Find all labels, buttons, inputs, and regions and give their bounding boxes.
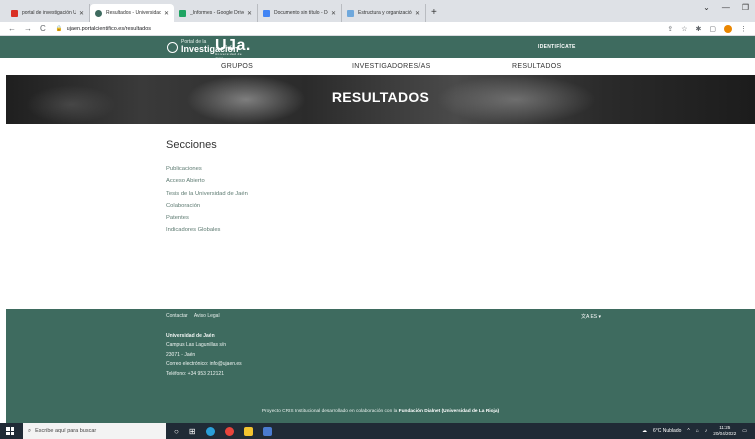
browser-tab[interactable]: portal de investigación UJA - ins ✕	[6, 4, 90, 22]
section-link-patentes[interactable]: Patentes	[166, 212, 248, 224]
menu-icon[interactable]: ⋮	[740, 25, 747, 33]
browser-tab-bar: portal de investigación UJA - ins ✕ Resu…	[0, 0, 755, 22]
page-title: RESULTADOS	[331, 89, 430, 105]
tray-chevron-icon[interactable]: ^	[687, 428, 689, 434]
new-tab-button[interactable]: +	[431, 4, 437, 22]
profile-avatar[interactable]	[724, 24, 732, 33]
sections-list: Publicaciones Acceso Abierto Tesis de la…	[166, 163, 248, 237]
identify-link[interactable]: IDENTIFÍCATE	[538, 44, 576, 50]
browser-tab[interactable]: Documento sin título - Docume ✕	[258, 4, 342, 22]
bookmark-star-icon[interactable]: ☆	[681, 25, 687, 33]
close-tab-icon[interactable]: ✕	[164, 10, 169, 17]
section-link-colaboracion[interactable]: Colaboración	[166, 200, 248, 212]
phone-line: Teléfono: +34 953 212121	[166, 370, 224, 377]
tab-title: Estructura y organización - UPO	[358, 10, 412, 16]
taskbar-apps: ○ ⊞	[174, 426, 272, 436]
store-icon[interactable]	[262, 426, 272, 436]
clock[interactable]: 11:25 20/04/2022	[713, 425, 736, 437]
portal-logo-icon	[167, 41, 178, 53]
share-icon[interactable]: ⇪	[667, 25, 673, 33]
gmail-icon	[11, 9, 18, 17]
section-link-indicadores[interactable]: Indicadores Globales	[166, 224, 248, 236]
language-code: ES	[590, 314, 598, 320]
system-tray: ☁ 6°C Nublado ^ ⌂ ♪ 11:25 20/04/2022 ▭	[642, 423, 747, 439]
volume-icon[interactable]: ♪	[705, 428, 708, 434]
tab-title: Documento sin título - Docume	[274, 10, 328, 16]
postal-line: 23071 - Jaén	[166, 351, 196, 358]
close-tab-icon[interactable]: ✕	[247, 10, 252, 17]
section-link-acceso-abierto[interactable]: Acceso Abierto	[166, 175, 248, 187]
edge-icon[interactable]	[205, 426, 215, 436]
translate-icon: 文A	[581, 314, 590, 320]
search-icon: ⌕	[28, 427, 32, 434]
browser-tab[interactable]: _Informes - Google Drive ✕	[174, 4, 258, 22]
cloud-icon	[347, 9, 354, 17]
browser-tab[interactable]: Estructura y organización - UPO ✕	[342, 4, 426, 22]
maximize-icon[interactable]: ❐	[742, 3, 749, 12]
caret-down-icon: ▾	[598, 314, 602, 320]
tab-search-icon[interactable]: ⌄	[703, 3, 710, 12]
weather-text[interactable]: 6°C Nublado	[653, 428, 681, 434]
task-view-icon[interactable]: ⊞	[189, 427, 196, 436]
chrome-icon[interactable]	[224, 426, 234, 436]
taskbar-search[interactable]: ⌕ Escribe aquí para buscar	[23, 423, 166, 439]
taskbar-search-placeholder: Escribe aquí para buscar	[35, 428, 97, 434]
site-icon	[95, 9, 102, 17]
windows-start-icon[interactable]	[6, 427, 14, 435]
section-link-tesis[interactable]: Tesis de la Universidad de Jaén	[166, 188, 248, 200]
project-note: Proyecto CRIS Institucional desarrollado…	[6, 409, 755, 414]
minimize-icon[interactable]: —	[722, 3, 730, 12]
tab-title: _Informes - Google Drive	[190, 10, 244, 16]
close-tab-icon[interactable]: ✕	[415, 10, 420, 17]
language-selector[interactable]: 文A ES ▾	[581, 313, 601, 320]
project-prefix: Proyecto CRIS Institucional desarrollado…	[261, 409, 398, 414]
address-bar: ← → C 🔒 ujaen.portalcientifico.es/result…	[0, 22, 755, 36]
legal-link[interactable]: Aviso Legal	[194, 313, 220, 319]
hero-banner: RESULTADOS	[6, 75, 755, 124]
reload-icon[interactable]: C	[40, 24, 46, 33]
sections-heading: Secciones	[166, 139, 217, 151]
dialnet-link[interactable]: Fundación Dialnet (Universidad de La Rio…	[399, 409, 499, 414]
forward-icon[interactable]: →	[24, 24, 32, 33]
close-tab-icon[interactable]: ✕	[331, 10, 336, 17]
weather-icon[interactable]: ☁	[642, 428, 647, 434]
site-header: Portal de la Investigación UJa. Universi…	[0, 36, 755, 60]
site-footer: Contactar Aviso Legal 文A ES ▾ Universida…	[6, 309, 755, 423]
footer-address: Universidad de Jaén Campus Las Lagunilla…	[166, 332, 242, 379]
sidebar-icon[interactable]: ▢	[709, 25, 716, 33]
file-explorer-icon[interactable]	[243, 426, 253, 436]
url-text[interactable]: ujaen.portalcientifico.es/resultados	[67, 26, 151, 32]
lock-icon[interactable]: 🔒	[56, 26, 63, 32]
google-drive-icon	[179, 9, 186, 17]
tab-title: portal de investigación UJA - ins	[22, 10, 76, 16]
close-tab-icon[interactable]: ✕	[79, 10, 84, 17]
contact-link[interactable]: Contactar	[166, 313, 188, 319]
cortana-icon[interactable]: ○	[174, 427, 179, 436]
notifications-icon[interactable]: ▭	[742, 428, 747, 434]
window-controls: ⌄ — ❐	[703, 3, 749, 12]
email-line[interactable]: Correo electrónico: info@ujaen.es	[166, 360, 242, 369]
windows-taskbar: ⌕ Escribe aquí para buscar ○ ⊞ ☁ 6°C Nub…	[0, 423, 755, 439]
clock-date: 20/04/2022	[713, 431, 737, 436]
nav-grupos[interactable]: GRUPOS	[221, 63, 253, 70]
google-docs-icon	[263, 9, 270, 17]
nav-investigadores[interactable]: INVESTIGADORES/AS	[352, 63, 431, 70]
back-icon[interactable]: ←	[8, 24, 16, 33]
university-name: Universidad de Jaén	[166, 333, 215, 339]
section-link-publicaciones[interactable]: Publicaciones	[166, 163, 248, 175]
tab-title: Resultados - Universidad de Jaén	[106, 10, 161, 16]
network-icon[interactable]: ⌂	[696, 428, 699, 434]
nav-resultados[interactable]: RESULTADOS	[512, 63, 561, 70]
address-line: Campus Las Lagunillas s/n	[166, 342, 227, 349]
browser-tab-active[interactable]: Resultados - Universidad de Jaén ✕	[90, 4, 174, 22]
extensions-icon[interactable]: ✱	[696, 25, 702, 33]
footer-links: Contactar Aviso Legal	[166, 313, 225, 319]
main-nav: GRUPOS INVESTIGADORES/AS RESULTADOS	[0, 58, 755, 75]
uja-logo[interactable]: UJa. Universidad de Jaén	[215, 37, 251, 60]
